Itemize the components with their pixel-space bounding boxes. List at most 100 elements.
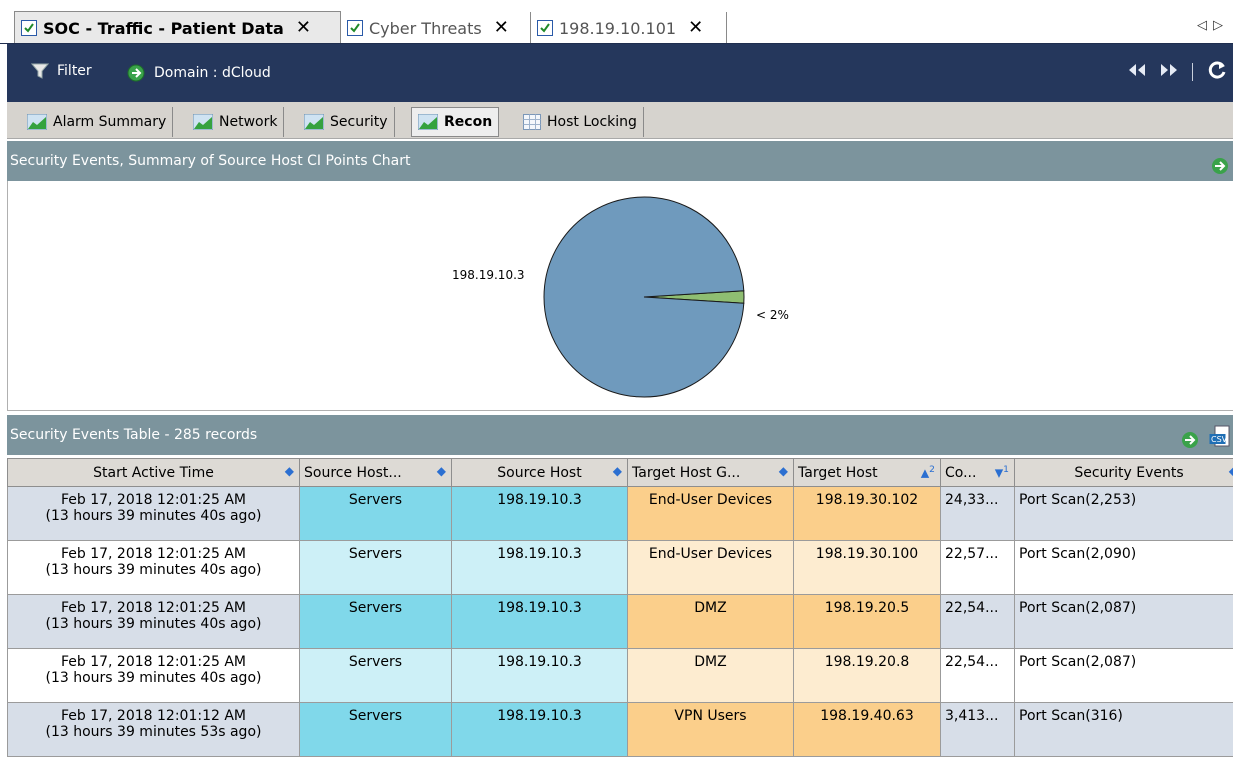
tab-alarm-summary[interactable]: Alarm Summary — [21, 107, 174, 137]
cell-count: 22,54... — [940, 594, 1015, 649]
cell-start-active-time: Feb 17, 2018 12:01:25 AM (13 hours 39 min… — [7, 648, 300, 703]
close-icon[interactable]: ✕ — [688, 19, 703, 37]
pie-chart[interactable]: 198.19.10.3 < 2% — [8, 181, 1233, 410]
chart-icon — [418, 114, 438, 130]
tab-cyber-threats[interactable]: Cyber Threats ✕ — [341, 12, 531, 44]
cell-source-host-group: Servers — [299, 540, 452, 595]
tab-label: Host Locking — [547, 114, 637, 130]
tab-label: Recon — [444, 114, 493, 130]
sort-descending-icon: ▼1 — [994, 464, 1009, 480]
column-header-target-host-group[interactable]: Target Host G... ◆ — [627, 458, 794, 487]
close-icon[interactable]: ✕ — [296, 19, 311, 37]
cell-target-host-group: End-User Devices — [627, 540, 794, 595]
cell-security-events: Port Scan(2,090) — [1014, 540, 1233, 595]
cell-source-host: 198.19.10.3 — [451, 594, 628, 649]
table-body: Feb 17, 2018 12:01:25 AM (13 hours 39 min… — [7, 486, 1233, 757]
checkbox-icon — [347, 20, 363, 36]
cell-target-host-group: End-User Devices — [627, 486, 794, 541]
chart-icon — [304, 114, 324, 130]
column-header-count[interactable]: Co... ▼1 — [940, 458, 1015, 487]
cell-start-active-time: Feb 17, 2018 12:01:25 AM (13 hours 39 min… — [7, 594, 300, 649]
table-panel-header: Security Events Table - 285 records CSV — [7, 415, 1233, 455]
column-header-source-host-group[interactable]: Source Host... ◆ — [299, 458, 452, 487]
checkbox-icon — [21, 20, 37, 36]
table-header-row: Start Active Time ◆ Source Host... ◆ Sourc… — [7, 458, 1233, 487]
cell-target-host: 198.19.30.102 — [793, 486, 941, 541]
refresh-icon[interactable] — [1207, 60, 1227, 84]
table-row[interactable]: Feb 17, 2018 12:01:25 AM (13 hours 39 min… — [7, 648, 1233, 703]
cell-source-host: 198.19.10.3 — [451, 648, 628, 703]
fast-forward-icon[interactable] — [1160, 63, 1178, 81]
column-header-target-host[interactable]: Target Host ▲2 — [793, 458, 941, 487]
tab-label: SOC - Traffic - Patient Data — [43, 18, 284, 38]
chart-icon — [193, 114, 213, 130]
tab-recon[interactable]: Recon — [411, 107, 500, 137]
pie-chart-area: 198.19.10.3 < 2% — [7, 181, 1233, 411]
sort-both-icon: ◆ — [778, 464, 788, 478]
security-events-table: Start Active Time ◆ Source Host... ◆ Sourc… — [7, 458, 1233, 761]
toolbar: Filter Domain : dCloud — [7, 44, 1233, 102]
checkbox-icon — [537, 20, 553, 36]
table-row[interactable]: Feb 17, 2018 12:01:25 AM (13 hours 39 min… — [7, 540, 1233, 595]
tab-label: 198.19.10.101 — [559, 18, 677, 38]
cell-security-events: Port Scan(2,253) — [1014, 486, 1233, 541]
tab-label: Security — [330, 114, 388, 130]
cell-source-host: 198.19.10.3 — [451, 702, 628, 757]
csv-export-icon[interactable]: CSV — [1209, 423, 1231, 463]
cell-target-host: 198.19.40.63 — [793, 702, 941, 757]
close-icon[interactable]: ✕ — [494, 19, 509, 37]
cell-start-active-time: Feb 17, 2018 12:01:12 AM (13 hours 39 min… — [7, 702, 300, 757]
cell-count: 3,413... — [940, 702, 1015, 757]
grid-icon — [523, 114, 541, 130]
cell-start-active-time: Feb 17, 2018 12:01:25 AM (13 hours 39 min… — [7, 486, 300, 541]
sort-ascending-icon: ▲2 — [920, 464, 935, 480]
tab-198-19-10-101[interactable]: 198.19.10.101 ✕ — [531, 12, 727, 44]
document-tab-strip: SOC - Traffic - Patient Data ✕ Cyber Thr… — [0, 0, 1233, 44]
sort-both-icon: ◆ — [612, 464, 622, 478]
cell-source-host-group: Servers — [299, 648, 452, 703]
column-header-start-active-time[interactable]: Start Active Time ◆ — [7, 458, 300, 487]
sort-both-icon: ◆ — [1229, 464, 1233, 478]
pie-label-main: 198.19.10.3 — [452, 268, 525, 282]
cell-source-host: 198.19.10.3 — [451, 540, 628, 595]
cell-security-events: Port Scan(2,087) — [1014, 594, 1233, 649]
column-header-source-host[interactable]: Source Host ◆ — [451, 458, 628, 487]
sort-both-icon: ◆ — [436, 464, 446, 478]
cell-target-host-group: DMZ — [627, 594, 794, 649]
chart-panel-title: Security Events, Summary of Source Host … — [10, 153, 411, 169]
tab-label: Alarm Summary — [53, 114, 167, 130]
domain-selector[interactable]: Domain : dCloud — [126, 63, 271, 83]
sort-both-icon: ◆ — [284, 464, 294, 478]
cell-count: 22,54... — [940, 648, 1015, 703]
view-tab-bar: Alarm Summary Network Security Recon Hos… — [7, 102, 1233, 139]
tab-label: Network — [219, 114, 278, 130]
cell-security-events: Port Scan(2,087) — [1014, 648, 1233, 703]
tab-network[interactable]: Network — [187, 107, 285, 137]
domain-label: Domain : dCloud — [154, 65, 271, 81]
filter-button[interactable]: Filter — [31, 63, 92, 79]
tab-soc-traffic-patient-data[interactable]: SOC - Traffic - Patient Data ✕ — [14, 11, 341, 44]
cell-source-host-group: Servers — [299, 486, 452, 541]
svg-text:CSV: CSV — [1211, 435, 1228, 444]
cell-security-events: Port Scan(316) — [1014, 702, 1233, 757]
cell-target-host-group: DMZ — [627, 648, 794, 703]
tab-security[interactable]: Security — [298, 107, 395, 137]
tab-label: Cyber Threats — [369, 18, 482, 38]
filter-label: Filter — [57, 63, 92, 79]
cell-target-host-group: VPN Users — [627, 702, 794, 757]
rewind-icon[interactable] — [1128, 63, 1146, 81]
table-row[interactable]: Feb 17, 2018 12:01:12 AM (13 hours 39 min… — [7, 702, 1233, 757]
cell-source-host: 198.19.10.3 — [451, 486, 628, 541]
filter-icon — [31, 63, 49, 79]
tab-scroll-arrows[interactable]: ◁▷ — [1197, 18, 1229, 33]
cell-target-host: 198.19.20.5 — [793, 594, 941, 649]
column-header-security-events[interactable]: Security Events◆ — [1014, 458, 1233, 487]
cell-target-host: 198.19.30.100 — [793, 540, 941, 595]
tab-host-locking[interactable]: Host Locking — [517, 107, 644, 137]
table-row[interactable]: Feb 17, 2018 12:01:25 AM (13 hours 39 min… — [7, 486, 1233, 541]
table-panel-title: Security Events Table - 285 records — [10, 427, 258, 443]
cell-count: 24,33... — [940, 486, 1015, 541]
cell-start-active-time: Feb 17, 2018 12:01:25 AM (13 hours 39 min… — [7, 540, 300, 595]
domain-icon — [126, 63, 146, 83]
table-row[interactable]: Feb 17, 2018 12:01:25 AM (13 hours 39 min… — [7, 594, 1233, 649]
